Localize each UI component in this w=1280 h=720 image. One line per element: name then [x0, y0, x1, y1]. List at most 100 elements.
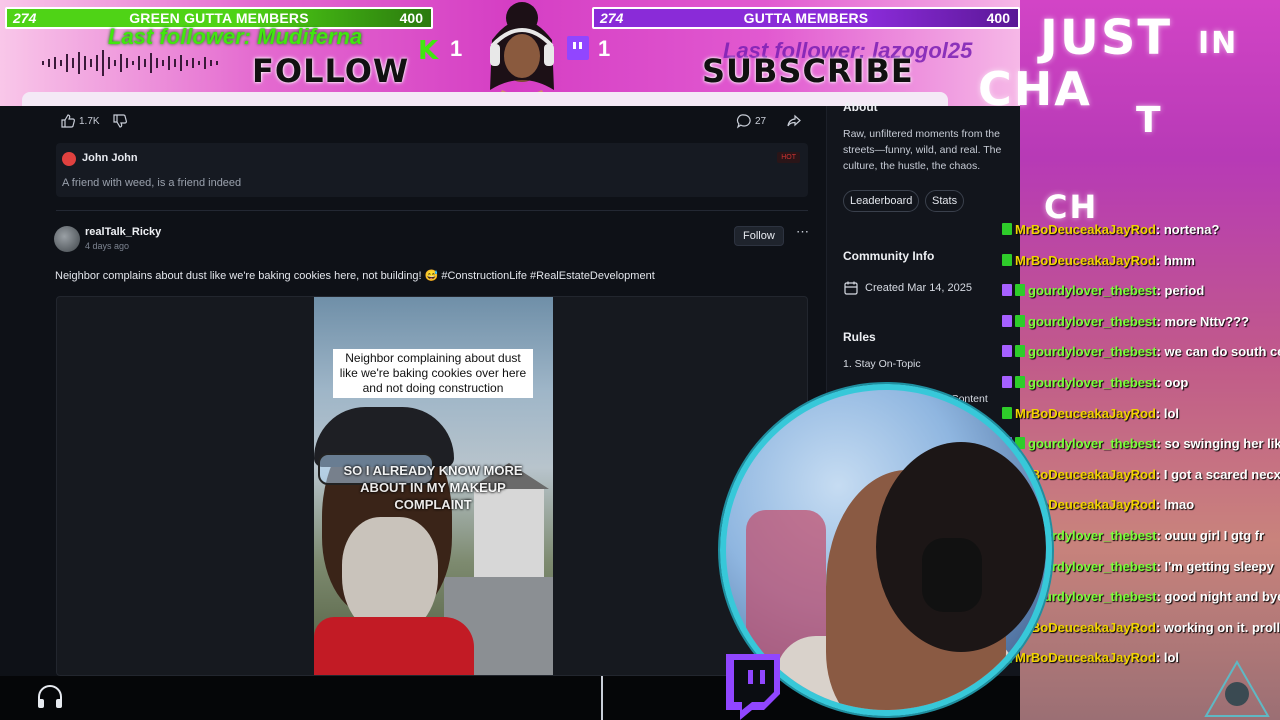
chat-username[interactable]: MrBoDeuceakaJayRod: [1015, 406, 1156, 421]
post-author[interactable]: realTalk_Ricky: [85, 226, 161, 238]
created-date: Created Mar 14, 2025: [843, 280, 972, 296]
like-button[interactable]: 1.7K: [60, 110, 100, 132]
chat-text: working on it. prolly today: [1163, 619, 1280, 635]
leaderboard-button[interactable]: Leaderboard: [843, 190, 920, 212]
chat-message: gourdylover_thebest: period: [1002, 281, 1280, 303]
chat-message: MrBoDeuceakaJayRod: nortena?: [1002, 220, 1280, 242]
rules-heading: Rules: [843, 330, 876, 344]
chat-separator: :: [1155, 252, 1164, 268]
chat-separator: :: [1155, 650, 1164, 666]
verified-badge-icon: [1015, 376, 1025, 388]
stream-overlay-banner: 274 GREEN GUTTA MEMBERS 400 274 GUTTA ME…: [0, 0, 1020, 106]
feed-column: 1.7K 27 John John HOT A friend with weed…: [40, 106, 824, 676]
just-chatting-banner: JUST IN CHA T CH: [978, 0, 1280, 226]
channel-logo-icon: [1204, 660, 1270, 717]
chat-message: gourdylover_thebest: we can do south cen…: [1002, 342, 1280, 364]
post-body-text: Neighbor complains about dust like we're…: [55, 270, 655, 282]
verified-badge-icon: [1015, 314, 1025, 327]
chat-username[interactable]: gourdylover_thebest: [1028, 283, 1157, 298]
goal-target-count: 400: [399, 10, 423, 26]
chat-message: gourdylover_thebest: more Nttv???: [1002, 312, 1280, 334]
calendar-icon: [844, 281, 858, 295]
twitch-badge-icon: [1002, 314, 1012, 327]
last-follower-left: Last follower: Mudiferna: [108, 24, 363, 49]
banner-word: IN: [1198, 26, 1239, 61]
twitch-count: 1: [598, 36, 611, 61]
created-date-text: Created Mar 14, 2025: [865, 282, 973, 294]
follow-call-to-action: FOLLOW: [252, 52, 410, 90]
post-media-frame[interactable]: Neighbor complaining about dust like we'…: [56, 296, 808, 676]
banner-word: JUST: [1040, 10, 1173, 66]
chat-text: oop: [1164, 375, 1189, 390]
chat-separator: :: [1156, 283, 1165, 299]
about-heading: About: [843, 100, 878, 114]
chat-username[interactable]: gourdylover_thebest: [1028, 436, 1157, 451]
chat-separator: :: [1156, 528, 1165, 543]
chat-username[interactable]: gourdylover_thebest: [1028, 375, 1157, 390]
chat-text: I'm getting sleepy: [1164, 558, 1274, 574]
chat-username[interactable]: MrBoDeuceakaJayRod: [1015, 222, 1156, 237]
webcam-headset: [922, 538, 982, 612]
chat-text: good night and bye Melanie: [1164, 589, 1280, 605]
comment-author: John John: [82, 152, 138, 164]
comments-button[interactable]: 27: [736, 110, 766, 132]
banner-word: T: [1136, 100, 1163, 141]
chat-separator: :: [1156, 558, 1165, 574]
dislike-button[interactable]: [112, 110, 128, 132]
kick-logo-icon: K: [418, 36, 439, 66]
verified-badge-icon: [1015, 284, 1025, 297]
chat-text: hmm: [1163, 252, 1195, 268]
share-arrow-icon: [787, 114, 801, 127]
video-caption: Neighbor complaining about dust like we'…: [333, 349, 533, 398]
post-timestamp: 4 days ago: [85, 241, 130, 251]
community-description: Raw, unfiltered moments from the streets…: [843, 128, 1002, 172]
browser-top-strip: [22, 92, 948, 106]
streamer-avatar-illustration: [490, 2, 554, 106]
chat-separator: :: [1155, 466, 1164, 482]
chat-text: ouuu girl I gtg fr: [1164, 528, 1265, 543]
more-options-icon[interactable]: ⋯: [796, 224, 809, 240]
rule-item[interactable]: 1. Stay On-Topic: [843, 358, 921, 370]
chat-username[interactable]: gourdylover_thebest: [1028, 344, 1157, 359]
twitch-badge-icon: [1002, 345, 1012, 358]
video-overlay-text: SO I ALREADY KNOW MORE ABOUT IN MY MAKEU…: [343, 463, 523, 512]
post-video[interactable]: Neighbor complaining about dust like we'…: [314, 297, 553, 675]
chat-message: MrBoDeuceakaJayRod: working on it. proll…: [1002, 618, 1280, 640]
comment-bubble-icon: [736, 114, 751, 129]
top-comment-card[interactable]: John John HOT A friend with weed, is a f…: [56, 143, 808, 197]
chat-text: more Nttv???: [1164, 313, 1250, 329]
chat-username[interactable]: gourdylover_thebest: [1028, 589, 1157, 604]
verified-badge-icon: [1015, 345, 1025, 358]
stats-button[interactable]: Stats: [925, 190, 965, 212]
chat-separator: :: [1156, 436, 1165, 452]
chat-text: lol: [1163, 405, 1180, 421]
headphones-icon[interactable]: [36, 684, 64, 710]
chat-separator: :: [1155, 405, 1164, 421]
subscribe-call-to-action: SUBSCRIBE: [702, 52, 914, 90]
chat-username[interactable]: gourdylover_thebest: [1028, 314, 1157, 329]
kick-count: 1: [450, 36, 463, 61]
avatar[interactable]: [54, 226, 80, 252]
share-button[interactable]: [786, 110, 802, 132]
purple-members-goal-bar: 274 GUTTA MEMBERS 400: [592, 7, 1020, 29]
comment-count: 27: [755, 115, 767, 127]
thumbs-up-icon: [61, 114, 75, 128]
chat-username[interactable]: MrBoDeuceakaJayRod: [1015, 620, 1156, 635]
kick-badge-icon: [1002, 253, 1012, 266]
chat-text: nortena?: [1163, 222, 1220, 237]
divider: [56, 210, 808, 211]
kick-badge-icon: [1002, 223, 1012, 235]
chat-message: gourdylover_thebest: so swinging her lik…: [1002, 434, 1280, 456]
community-info-heading: Community Info: [843, 249, 935, 263]
twitch-badge-icon: [1002, 284, 1012, 297]
comment-text: A friend with weed, is a friend indeed: [62, 177, 242, 189]
chat-text: lol: [1163, 650, 1180, 666]
goal-target-count: 400: [986, 10, 1010, 26]
chat-username[interactable]: MrBoDeuceakaJayRod: [1015, 650, 1156, 665]
audio-waveform-icon: [42, 50, 218, 76]
chat-message: MrBoDeuceakaJayRod: lol: [1002, 404, 1280, 426]
chat-separator: :: [1155, 497, 1164, 513]
chat-separator: :: [1156, 344, 1165, 360]
follow-button[interactable]: Follow: [734, 226, 784, 246]
chat-username[interactable]: MrBoDeuceakaJayRod: [1015, 253, 1156, 268]
